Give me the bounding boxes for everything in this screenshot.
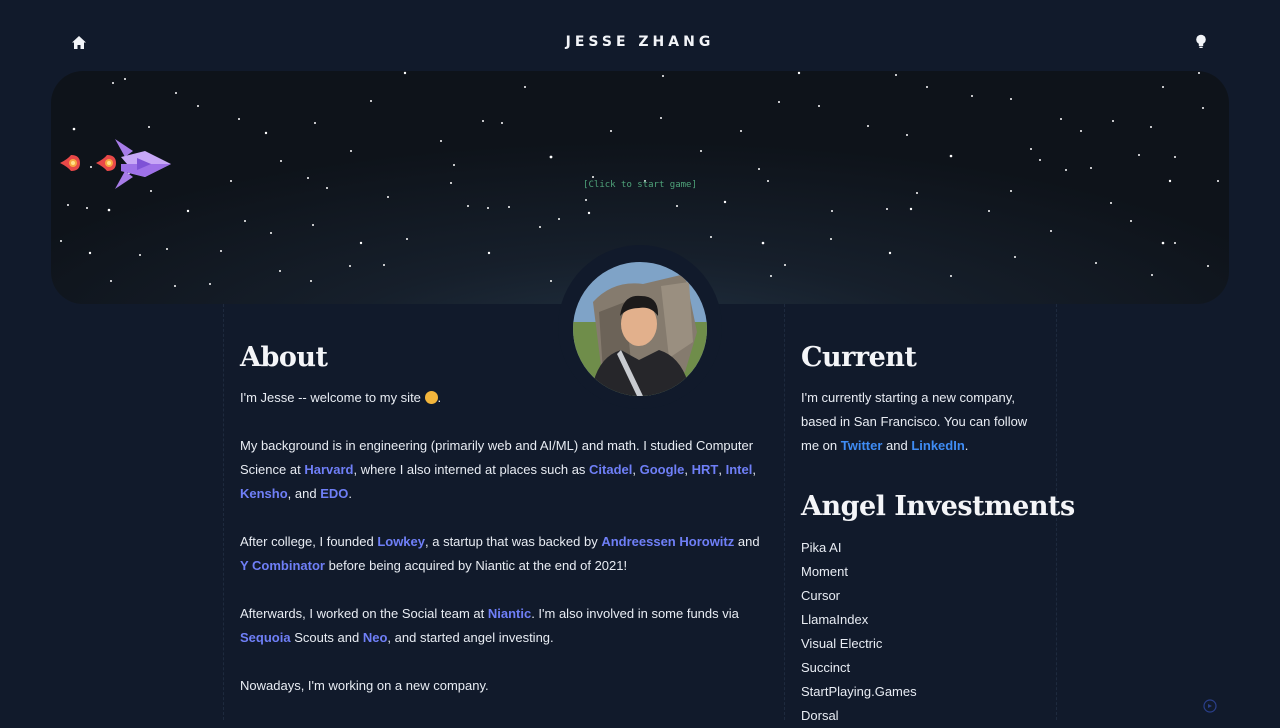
linkedin-link[interactable]: LinkedIn xyxy=(911,438,964,453)
background-text: , where I also interned at places such a… xyxy=(353,462,590,477)
niantic-text: Scouts and xyxy=(290,630,363,645)
lowkey-link[interactable]: Lowkey xyxy=(377,534,425,549)
chat-bubble-icon[interactable] xyxy=(1203,699,1217,713)
google-link[interactable]: Google xyxy=(640,462,685,477)
column-guide xyxy=(223,304,224,720)
lowkey-text: After college, I founded xyxy=(240,534,378,549)
niantic-text: . I'm also involved in some funds via xyxy=(531,606,739,621)
angel-investments-heading: Angel Investments xyxy=(801,491,1075,522)
lowkey-text: and xyxy=(734,534,760,549)
list-item: Succinct xyxy=(801,660,851,675)
angel-investments-list: Pika AI Moment Cursor LlamaIndex Visual … xyxy=(801,536,917,728)
harvard-link[interactable]: Harvard xyxy=(304,462,353,477)
column-guide xyxy=(784,304,785,720)
current-body: and xyxy=(882,438,912,453)
niantic-text: Afterwards, I worked on the Social team … xyxy=(240,606,488,621)
andreessen-horowitz-link[interactable]: Andreessen Horowitz xyxy=(601,534,734,549)
list-item: Visual Electric xyxy=(801,636,883,651)
niantic-link[interactable]: Niantic xyxy=(488,606,531,621)
current-heading: Current xyxy=(801,342,917,373)
list-item: Cursor xyxy=(801,588,841,603)
intel-link[interactable]: Intel xyxy=(726,462,753,477)
avatar xyxy=(573,262,707,396)
list-item: Dorsal xyxy=(801,708,839,723)
about-niantic: Afterwards, I worked on the Social team … xyxy=(240,602,770,650)
site-header: JESSE ZHANG xyxy=(0,0,1280,70)
about-nowadays: Nowadays, I'm working on a new company. xyxy=(240,678,489,693)
list-item: Moment xyxy=(801,564,848,579)
kensho-link[interactable]: Kensho xyxy=(240,486,288,501)
lowkey-text: , a startup that was backed by xyxy=(425,534,602,549)
current-text: I'm currently starting a new company, ba… xyxy=(801,386,1041,458)
site-title[interactable]: JESSE ZHANG xyxy=(0,34,1280,50)
neo-link[interactable]: Neo xyxy=(363,630,388,645)
intro-text: I'm Jesse -- welcome to my site xyxy=(240,390,425,405)
lightbulb-icon[interactable] xyxy=(1195,34,1207,50)
sequoia-link[interactable]: Sequoia xyxy=(240,630,291,645)
background-text: , and xyxy=(287,486,321,501)
exhaust-flame-icon xyxy=(60,155,80,171)
hrt-link[interactable]: HRT xyxy=(692,462,719,477)
list-item: LlamaIndex xyxy=(801,612,869,627)
citadel-link[interactable]: Citadel xyxy=(589,462,632,477)
y-combinator-link[interactable]: Y Combinator xyxy=(240,558,325,573)
about-intro: I'm Jesse -- welcome to my site . xyxy=(240,386,770,410)
current-body: . xyxy=(964,438,969,453)
spaceship-icon xyxy=(115,139,171,189)
about-heading: About xyxy=(240,342,328,373)
about-background: My background is in engineering (primari… xyxy=(240,438,756,501)
list-item: Pika AI xyxy=(801,540,842,555)
twitter-link[interactable]: Twitter xyxy=(841,438,883,453)
edo-link[interactable]: EDO xyxy=(320,486,348,501)
smile-emoji-icon xyxy=(424,391,438,404)
lowkey-text: before being acquired by Niantic at the … xyxy=(325,558,628,573)
niantic-text: , and started angel investing. xyxy=(387,630,554,645)
start-game-prompt[interactable]: [Click to start game] xyxy=(51,180,1229,190)
about-lowkey: After college, I founded Lowkey, a start… xyxy=(240,530,770,578)
list-item: StartPlaying.Games xyxy=(801,684,917,699)
intro-text-end: . xyxy=(437,390,442,405)
